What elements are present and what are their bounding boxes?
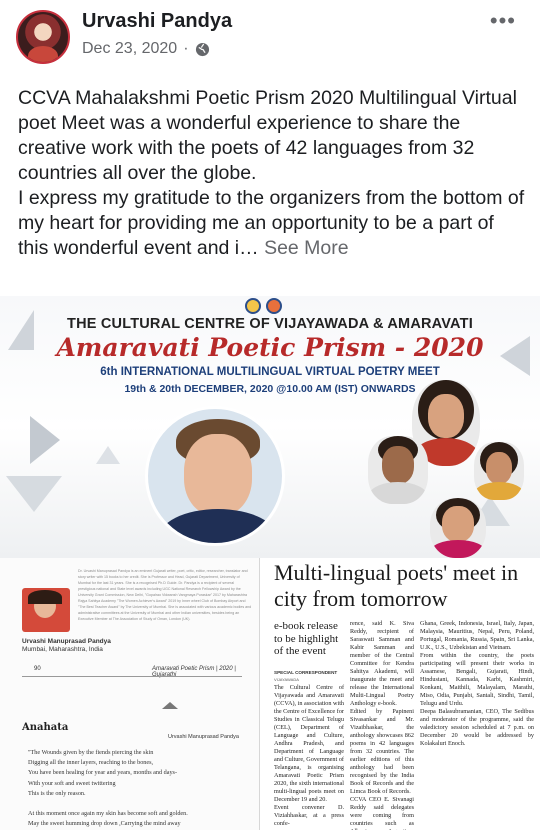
- poem-author: Urvashi Manuprasad Pandya: [168, 734, 239, 740]
- poem-line: "The Wounds given by the fiends piercing…: [28, 749, 154, 756]
- news-column: Ghana, Greek, Indonesia, Israel, Italy, …: [420, 620, 534, 747]
- post-image[interactable]: THE CULTURAL CENTRE OF VIJAYAWADA & AMAR…: [0, 296, 540, 830]
- poet-bio: Dr. Urvashi Manuprasad Pandya is an emin…: [78, 569, 252, 621]
- news-article: Multi-lingual poets' meet in city from t…: [262, 558, 540, 830]
- poem-lines: "The Wounds given by the fiends piercing…: [28, 748, 256, 830]
- partner-logo: [266, 298, 282, 314]
- banner-title: Amaravati Poetic Prism - 2020: [56, 333, 484, 362]
- news-deck: e-book release to be highlight of the ev…: [274, 620, 339, 657]
- decor-triangle: [96, 446, 120, 464]
- globe-icon: [195, 42, 210, 57]
- post-text: CCVA Mahalakshmi Poetic Prism 2020 Multi…: [18, 86, 528, 261]
- news-column: rence, said K. Siva Reddy, recipient of …: [350, 620, 414, 830]
- speaker-photo-woman-3: [430, 498, 486, 558]
- poem-title: Anahata: [22, 722, 69, 733]
- ccva-logo: [245, 298, 261, 314]
- author-avatar[interactable]: [16, 10, 70, 64]
- news-byline: SPECIAL CORRESPONDENT: [274, 670, 338, 675]
- poet-caption: Urvashi Manuprasad Pandya Mumbai, Mahara…: [22, 638, 111, 654]
- poem-line: This is the only reason.: [28, 789, 86, 797]
- see-more-link[interactable]: See More: [264, 237, 349, 259]
- news-headline: Multi-lingual poets' meet in city from t…: [274, 560, 519, 611]
- poet-place: Mumbai, Maharashtra, India: [22, 646, 103, 653]
- post-date[interactable]: Dec 23, 2020: [82, 40, 177, 58]
- decor-triangle: [30, 416, 60, 464]
- poem-line: At this moment once again my skin has be…: [28, 810, 188, 818]
- decor-triangle: [6, 476, 62, 512]
- speaker-photo-man: [368, 436, 428, 504]
- author-name[interactable]: Urvashi Pandya: [82, 10, 232, 33]
- speaker-photo: [145, 406, 285, 546]
- poet-name: Urvashi Manuprasad Pandya: [22, 638, 111, 645]
- news-byline-place: VIJAYAWADA: [274, 677, 299, 682]
- poem-line: [28, 799, 256, 809]
- poem-line: With your soft and sweet twittering: [28, 779, 116, 787]
- poem-line: You have been healing for year and years…: [28, 769, 178, 777]
- poet-photo: [22, 588, 70, 632]
- post-header: Urvashi Pandya Dec 23, 2020 · •••: [0, 0, 540, 78]
- banner-subtitle: 6th INTERNATIONAL MULTILINGUAL VIRTUAL P…: [100, 366, 440, 378]
- newspaper-clippings: Dr. Urvashi Manuprasad Pandya is an emin…: [0, 558, 540, 830]
- meta-separator: ·: [183, 40, 189, 57]
- anthology-page: Dr. Urvashi Manuprasad Pandya is an emin…: [0, 558, 260, 830]
- banner-org: THE CULTURAL CENTRE OF VIJAYAWADA & AMAR…: [67, 316, 473, 332]
- post-body: CCVA Mahalakshmi Poetic Prism 2020 Multi…: [18, 87, 525, 259]
- event-banner: THE CULTURAL CENTRE OF VIJAYAWADA & AMAR…: [0, 296, 540, 558]
- page-number: 90: [34, 666, 41, 672]
- page-marker-triangle: [162, 702, 178, 709]
- news-column: The Cultural Centre of Vijayawada and Am…: [274, 684, 345, 827]
- poem-line: Digging all the inner layers, reaching t…: [28, 759, 154, 767]
- post-meta: Dec 23, 2020 ·: [82, 40, 210, 58]
- more-horizontal-icon[interactable]: •••: [490, 10, 516, 32]
- poem-line: May the sweet humming drop down ,Carryin…: [28, 820, 181, 828]
- speaker-photo-woman-2: [474, 442, 524, 500]
- divider: [22, 676, 242, 677]
